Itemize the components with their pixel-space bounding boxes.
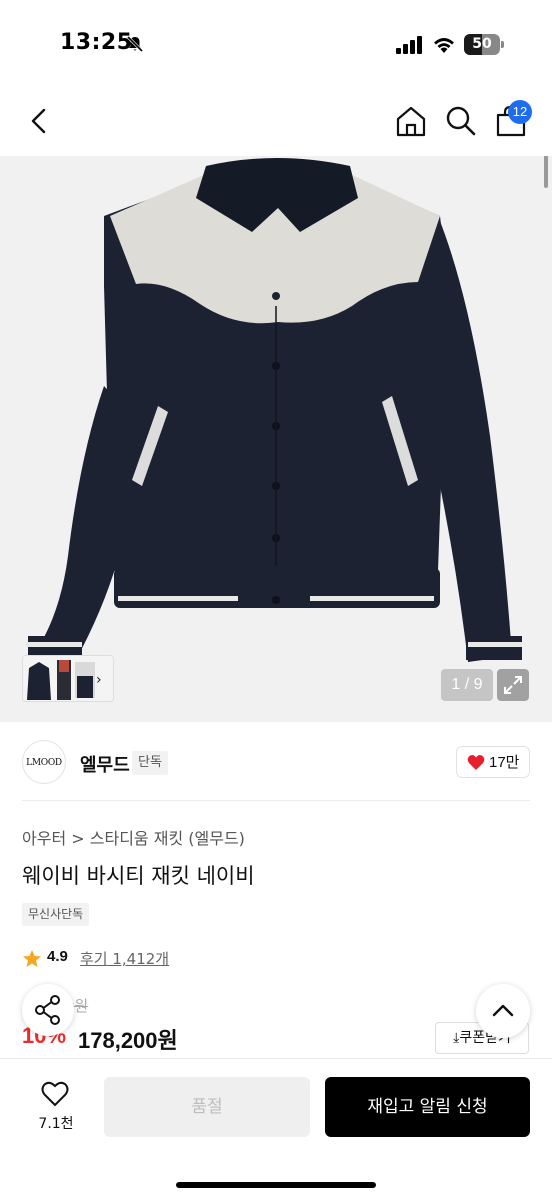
heart-icon xyxy=(467,755,485,770)
brand-row[interactable]: LMOOD 엘무드 단독 17만 xyxy=(0,722,552,802)
review-count-link[interactable]: 후기 1,412개 xyxy=(80,948,169,969)
product-title: 웨이비 바시티 재킷 네이비 xyxy=(22,864,255,888)
image-counter: 1 / 9 xyxy=(441,669,493,701)
product-photo xyxy=(26,158,522,662)
restock-alert-button[interactable]: 재입고 알림 신청 xyxy=(325,1077,530,1137)
soldout-button[interactable]: 품절 xyxy=(104,1077,310,1137)
brand-like-button[interactable]: 17만 xyxy=(456,746,530,778)
heart-outline-icon xyxy=(41,1081,69,1107)
exclusive-badge: 무신사단독 xyxy=(22,903,90,926)
cart-count-badge: 12 xyxy=(508,100,532,124)
share-icon[interactable] xyxy=(22,984,74,1036)
rating-value: 4.9 xyxy=(47,948,68,965)
status-time: 13:25 xyxy=(60,30,133,55)
battery-level: 50 xyxy=(472,36,492,52)
divider xyxy=(22,800,530,801)
page-scrollbar[interactable] xyxy=(544,156,548,188)
home-icon[interactable] xyxy=(394,104,428,138)
breadcrumb-item-stadium-jacket[interactable]: 스타디움 재킷 (엘무드) xyxy=(90,829,245,848)
bell-muted-icon xyxy=(126,35,144,53)
breadcrumb-item-outer[interactable]: 아우터 xyxy=(22,829,66,848)
wishlist-button[interactable]: 7.1천 xyxy=(28,1079,84,1137)
chevron-right-icon[interactable]: › xyxy=(96,672,102,688)
star-icon xyxy=(23,950,41,967)
brand-like-count: 17만 xyxy=(489,754,520,771)
bottom-action-bar: 7.1천 품절 재입고 알림 신청 xyxy=(0,1058,552,1200)
wishlist-count: 7.1천 xyxy=(38,1116,74,1132)
sale-price: 178,200원 xyxy=(78,1028,178,1053)
brand-logo[interactable]: LMOOD xyxy=(22,740,66,784)
back-icon[interactable] xyxy=(22,104,56,138)
brand-name[interactable]: 엘무드 xyxy=(80,751,130,777)
home-indicator xyxy=(176,1182,376,1188)
signal-icon xyxy=(396,36,422,54)
top-nav-bar xyxy=(0,88,552,156)
battery-indicator: 50 xyxy=(464,34,504,55)
search-icon[interactable] xyxy=(444,104,478,138)
status-bar: 13:25 50 xyxy=(0,0,552,88)
breadcrumb-separator: > xyxy=(71,829,85,848)
product-image-gallery[interactable] xyxy=(0,156,552,722)
category-breadcrumb[interactable]: 아우터 > 스타디움 재킷 (엘무드) xyxy=(22,825,245,849)
brand-exclusive-tag: 단독 xyxy=(132,751,168,775)
expand-icon[interactable] xyxy=(497,669,529,701)
wifi-icon xyxy=(434,38,454,53)
chevron-up-icon[interactable] xyxy=(476,984,530,1038)
